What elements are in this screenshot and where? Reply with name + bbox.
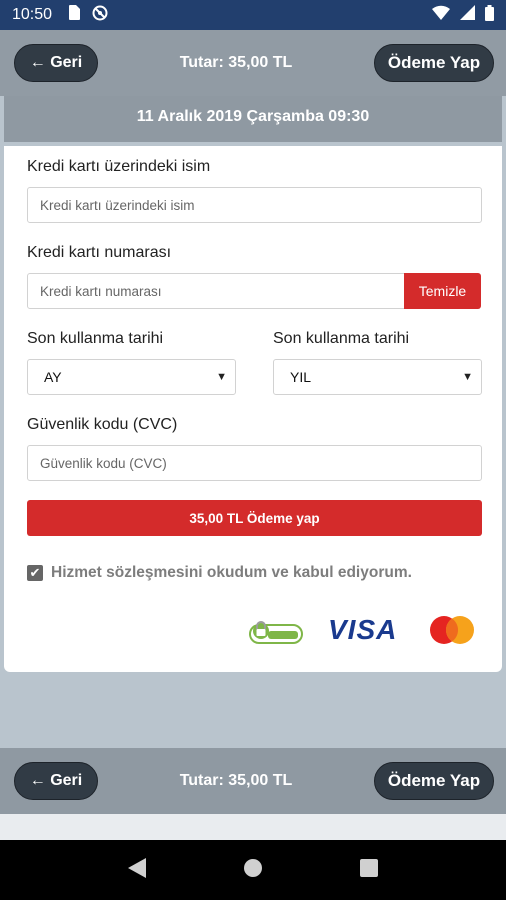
nav-home-icon[interactable]	[243, 858, 263, 883]
expiry-year-value: YIL	[290, 369, 312, 385]
terms-label: Hizmet sözleşmesini okudum ve kabul ediy…	[51, 564, 412, 581]
terms-checkbox[interactable]: ✔	[27, 565, 43, 581]
payment-logos: VISA	[248, 614, 475, 646]
signal-icon	[460, 5, 475, 25]
status-bar: 10:50	[0, 0, 506, 30]
sim-card-icon	[68, 5, 81, 25]
event-info: 11 Aralık 2019 Çarşamba 09:30	[4, 96, 502, 142]
do-not-disturb-icon	[92, 5, 108, 26]
card-number-label: Kredi kartı numarası	[27, 244, 172, 261]
cvc-input[interactable]: Güvenlik kodu (CVC)	[27, 445, 482, 481]
battery-icon	[485, 4, 494, 26]
bottom-action-bar: ← Geri Tutar: 35,00 TL Ödeme Yap	[0, 748, 506, 814]
expiry-year-select[interactable]: YIL ▼	[273, 359, 482, 395]
pay-button-bottom[interactable]: Ödeme Yap	[374, 762, 494, 800]
expiry-month-label: Son kullanma tarihi	[27, 330, 164, 347]
visa-logo: VISA	[328, 614, 398, 645]
back-button-bottom[interactable]: ← Geri	[14, 762, 98, 800]
expiry-month-select[interactable]: AY ▼	[27, 359, 236, 395]
bottom-strip	[0, 814, 506, 840]
clear-button[interactable]: Temizle	[404, 273, 481, 309]
nav-back-icon[interactable]	[128, 857, 147, 883]
cvc-label: Güvenlik kodu (CVC)	[27, 416, 178, 433]
event-date: 11 Aralık 2019 Çarşamba 09:30	[136, 108, 370, 125]
card-number-input[interactable]: Kredi kartı numarası	[27, 273, 405, 309]
mastercard-logo	[429, 615, 475, 645]
system-nav-bar	[0, 840, 506, 900]
status-time: 10:50	[12, 6, 53, 23]
secure-badge-icon	[248, 615, 304, 645]
terms-agreement[interactable]: ✔ Hizmet sözleşmesini okudum ve kabul ed…	[27, 564, 412, 582]
expiry-year-label: Son kullanma tarihi	[273, 330, 410, 347]
wifi-icon	[432, 5, 450, 25]
payment-form: Kredi kartı üzerindeki isim Kredi kartı …	[4, 146, 502, 672]
total-amount-bottom: Tutar: 35,00 TL	[179, 772, 293, 789]
total-amount: Tutar: 35,00 TL	[179, 54, 293, 71]
expiry-month-value: AY	[44, 369, 62, 385]
dropdown-arrow-icon: ▼	[462, 371, 473, 383]
card-name-label: Kredi kartı üzerindeki isim	[27, 158, 211, 175]
event-title-clipped	[4, 86, 502, 100]
card-name-input[interactable]: Kredi kartı üzerindeki isim	[27, 187, 482, 223]
dropdown-arrow-icon: ▼	[216, 371, 227, 383]
submit-payment-button[interactable]: 35,00 TL Ödeme yap	[27, 500, 482, 536]
pay-button[interactable]: Ödeme Yap	[374, 44, 494, 82]
nav-recents-icon[interactable]	[359, 858, 378, 882]
back-button[interactable]: ← Geri	[14, 44, 98, 82]
